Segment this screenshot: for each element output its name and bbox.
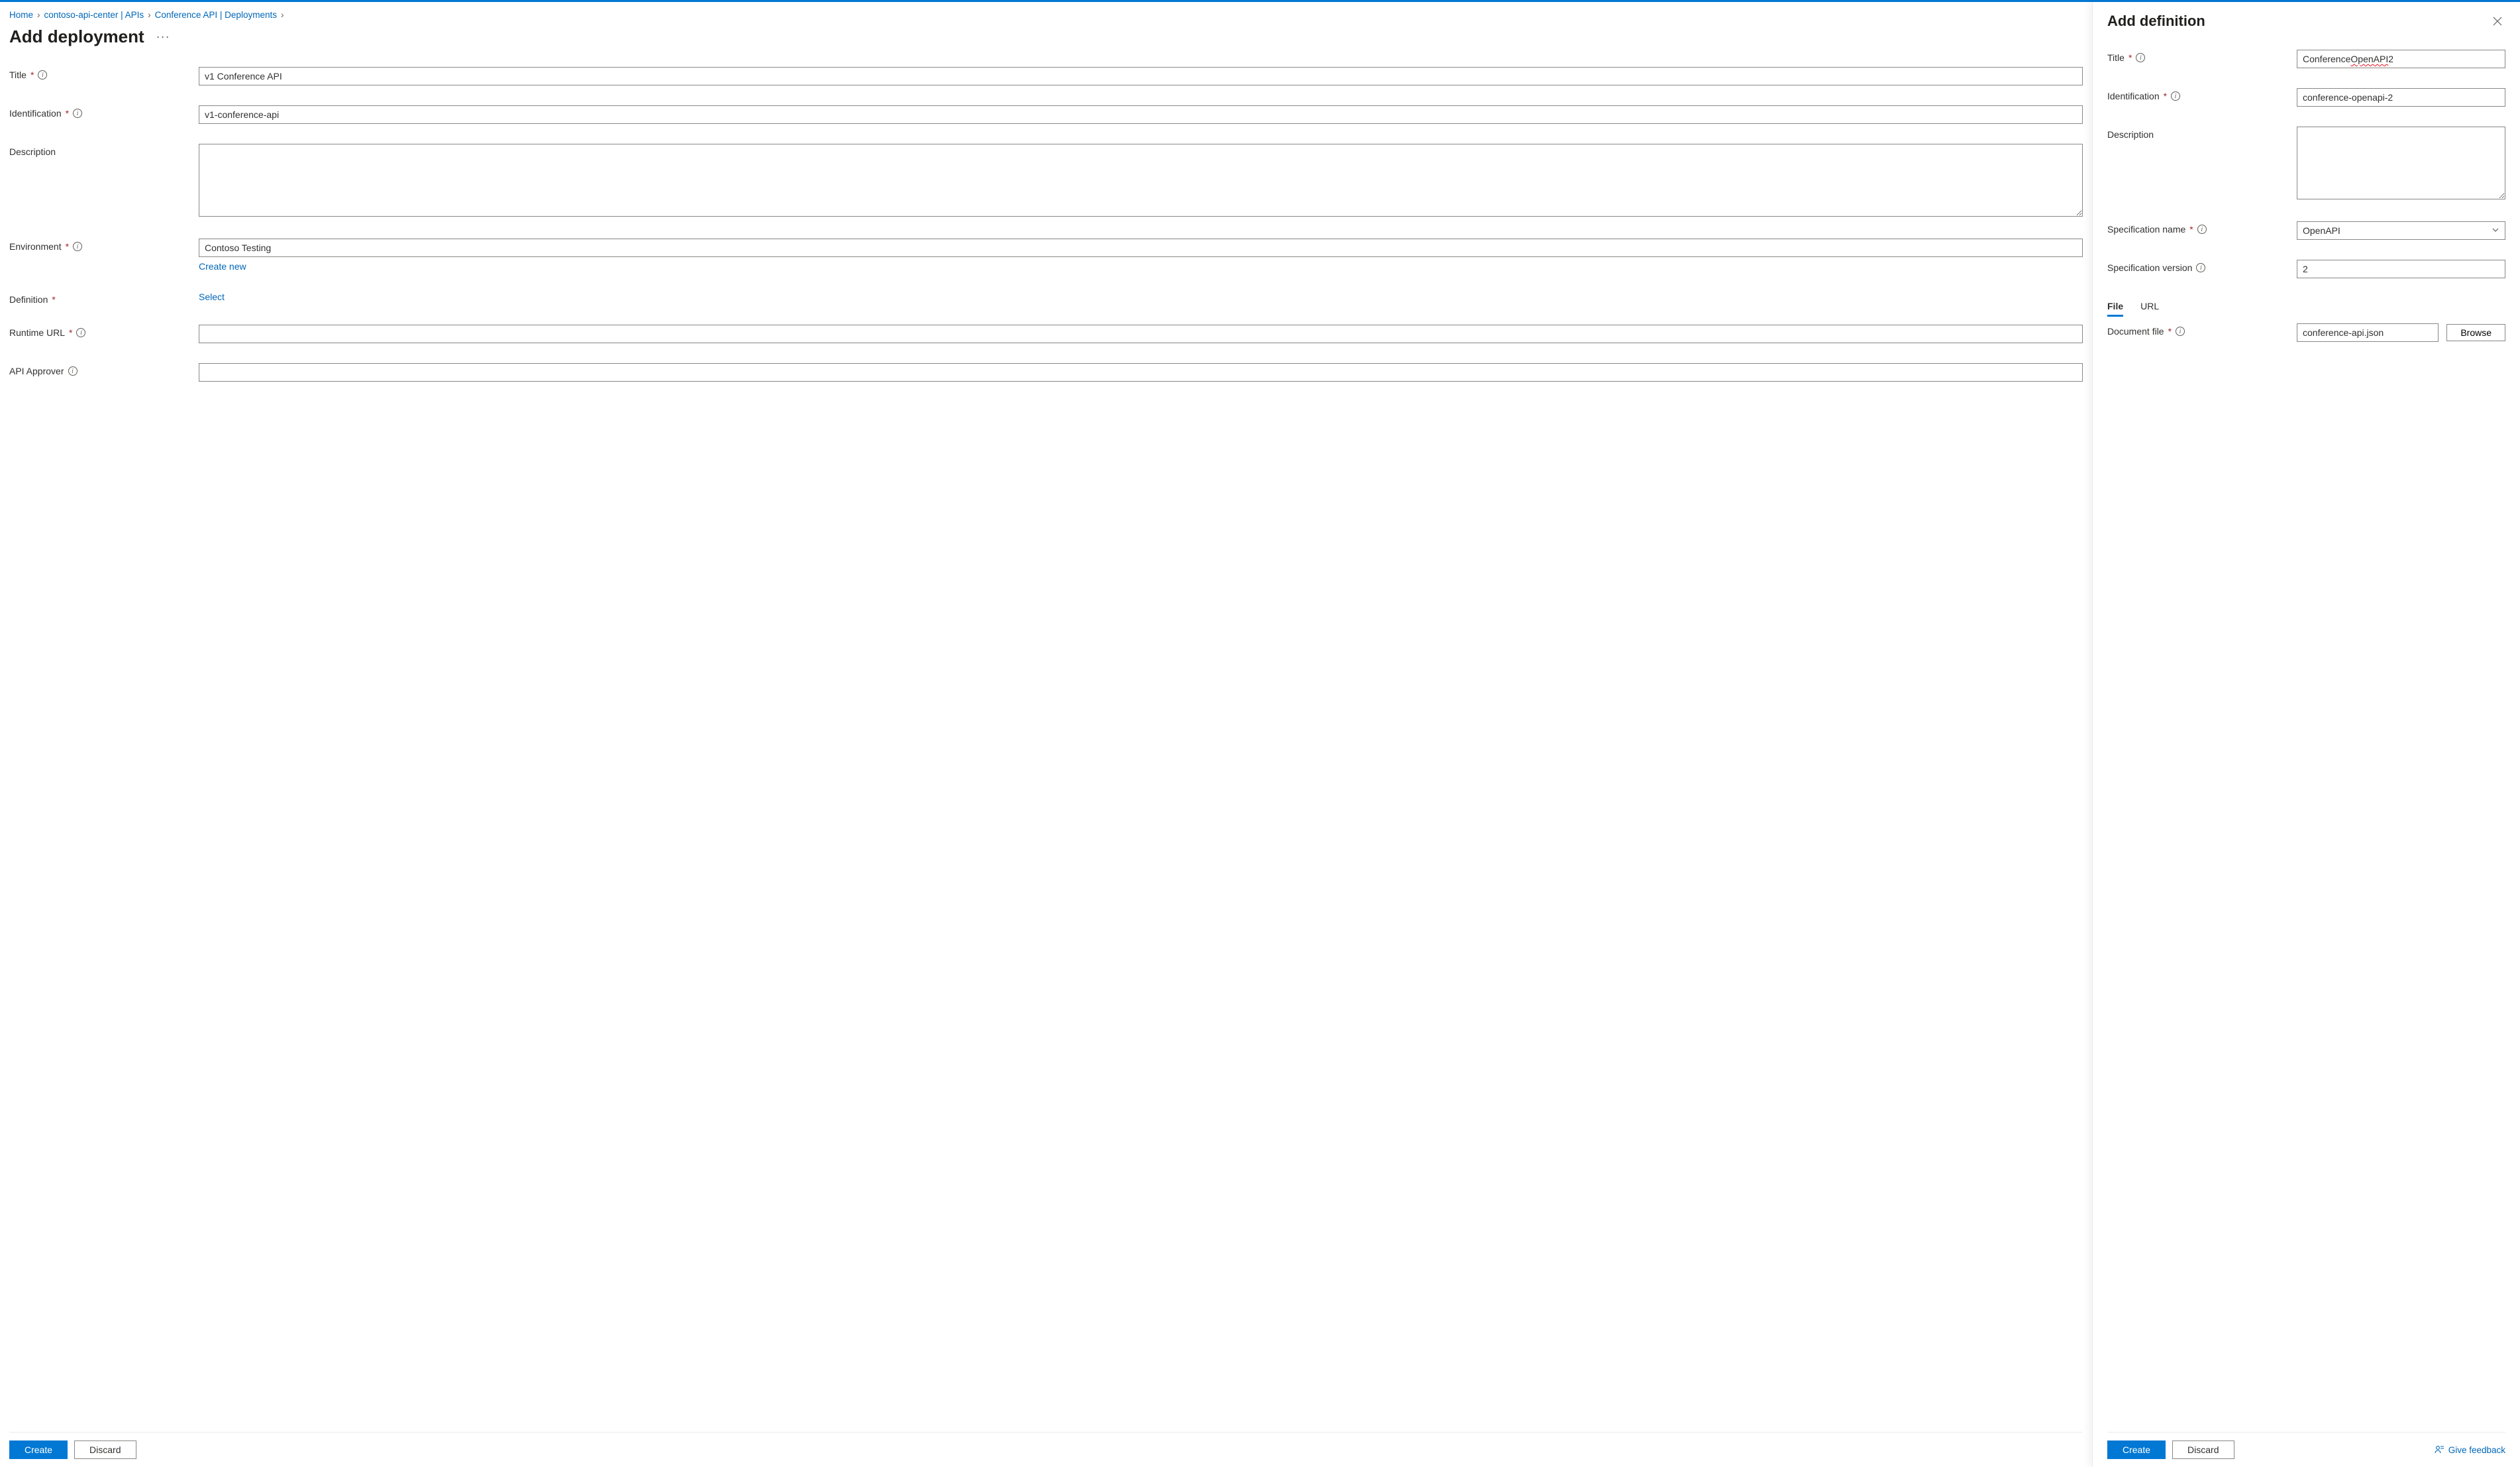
- give-feedback-link[interactable]: Give feedback: [2434, 1444, 2505, 1455]
- side-discard-button[interactable]: Discard: [2172, 1440, 2234, 1459]
- breadcrumb-separator: ›: [148, 10, 151, 20]
- side-pane: Add definition Title * i Conference Open…: [2092, 2, 2520, 1467]
- breadcrumb-separator: ›: [281, 10, 284, 20]
- side-panel-title: Add definition: [2107, 13, 2205, 30]
- description-label: Description: [9, 146, 56, 157]
- title-input[interactable]: [199, 67, 2083, 85]
- required-star: *: [2189, 224, 2193, 235]
- api-approver-label: API Approver: [9, 366, 64, 376]
- side-create-button[interactable]: Create: [2107, 1440, 2166, 1459]
- breadcrumb-deployments[interactable]: Conference API | Deployments: [155, 10, 277, 20]
- required-star: *: [52, 294, 55, 305]
- info-icon[interactable]: i: [2176, 327, 2185, 336]
- title-label: Title: [9, 70, 26, 80]
- feedback-label: Give feedback: [2448, 1445, 2505, 1455]
- info-icon[interactable]: i: [68, 366, 78, 376]
- browse-button[interactable]: Browse: [2446, 324, 2505, 341]
- required-star: *: [2128, 52, 2132, 63]
- spec-version-label: Specification version: [2107, 262, 2192, 273]
- feedback-icon: [2434, 1444, 2444, 1455]
- info-icon[interactable]: i: [2136, 53, 2145, 62]
- identification-input[interactable]: [199, 105, 2083, 124]
- def-title-input[interactable]: Conference OpenAPI 2: [2297, 50, 2505, 68]
- def-title-label: Title: [2107, 52, 2125, 63]
- definition-label: Definition: [9, 294, 48, 305]
- info-icon[interactable]: i: [38, 70, 47, 80]
- info-icon[interactable]: i: [2197, 225, 2207, 234]
- main-pane: Home › contoso-api-center | APIs › Confe…: [0, 2, 2092, 1467]
- required-star: *: [2164, 91, 2167, 101]
- main-footer: Create Discard: [9, 1432, 2083, 1467]
- close-button[interactable]: [2490, 13, 2505, 29]
- def-title-value-spell: OpenAPI: [2350, 54, 2388, 64]
- def-description-label: Description: [2107, 129, 2154, 140]
- required-star: *: [2168, 326, 2172, 337]
- create-new-environment-link[interactable]: Create new: [199, 261, 246, 272]
- more-actions-button[interactable]: ···: [156, 30, 170, 44]
- doc-file-label: Document file: [2107, 326, 2164, 337]
- required-star: *: [69, 327, 72, 338]
- tab-url[interactable]: URL: [2140, 298, 2159, 317]
- tab-file[interactable]: File: [2107, 298, 2123, 317]
- breadcrumb-separator: ›: [37, 10, 40, 20]
- breadcrumb-home[interactable]: Home: [9, 10, 33, 20]
- def-description-textarea[interactable]: [2297, 127, 2505, 199]
- required-star: *: [66, 241, 69, 252]
- breadcrumb-api-center[interactable]: contoso-api-center | APIs: [44, 10, 144, 20]
- environment-value: Contoso Testing: [205, 243, 271, 253]
- side-footer: Create Discard Give feedback: [2107, 1432, 2505, 1467]
- def-title-value-prefix: Conference: [2303, 54, 2350, 64]
- def-title-value-suffix: 2: [2388, 54, 2393, 64]
- doc-file-input[interactable]: conference-api.json: [2297, 323, 2439, 342]
- spec-name-select[interactable]: OpenAPI: [2297, 221, 2505, 240]
- doc-file-value: conference-api.json: [2303, 327, 2384, 338]
- info-icon[interactable]: i: [76, 328, 85, 337]
- create-button[interactable]: Create: [9, 1440, 68, 1459]
- breadcrumb: Home › contoso-api-center | APIs › Confe…: [9, 10, 2083, 20]
- identification-label: Identification: [9, 108, 62, 119]
- info-icon[interactable]: i: [2171, 91, 2180, 101]
- page-title: Add deployment: [9, 27, 144, 47]
- runtime-url-label: Runtime URL: [9, 327, 65, 338]
- info-icon[interactable]: i: [2196, 263, 2205, 272]
- definition-select-link[interactable]: Select: [199, 292, 225, 302]
- spec-version-input[interactable]: [2297, 260, 2505, 278]
- discard-button[interactable]: Discard: [74, 1440, 136, 1459]
- def-identification-label: Identification: [2107, 91, 2160, 101]
- required-star: *: [66, 108, 69, 119]
- info-icon[interactable]: i: [73, 242, 82, 251]
- environment-select[interactable]: Contoso Testing: [199, 239, 2083, 257]
- close-icon: [2492, 16, 2503, 27]
- runtime-url-input[interactable]: [199, 325, 2083, 343]
- chevron-down-icon: [2492, 225, 2499, 236]
- def-identification-input[interactable]: [2297, 88, 2505, 107]
- info-icon[interactable]: i: [73, 109, 82, 118]
- environment-label: Environment: [9, 241, 62, 252]
- spec-name-label: Specification name: [2107, 224, 2185, 235]
- description-textarea[interactable]: [199, 144, 2083, 217]
- spec-name-value: OpenAPI: [2303, 225, 2340, 236]
- source-tabs: File URL: [2107, 298, 2505, 317]
- required-star: *: [30, 70, 34, 80]
- api-approver-input[interactable]: [199, 363, 2083, 382]
